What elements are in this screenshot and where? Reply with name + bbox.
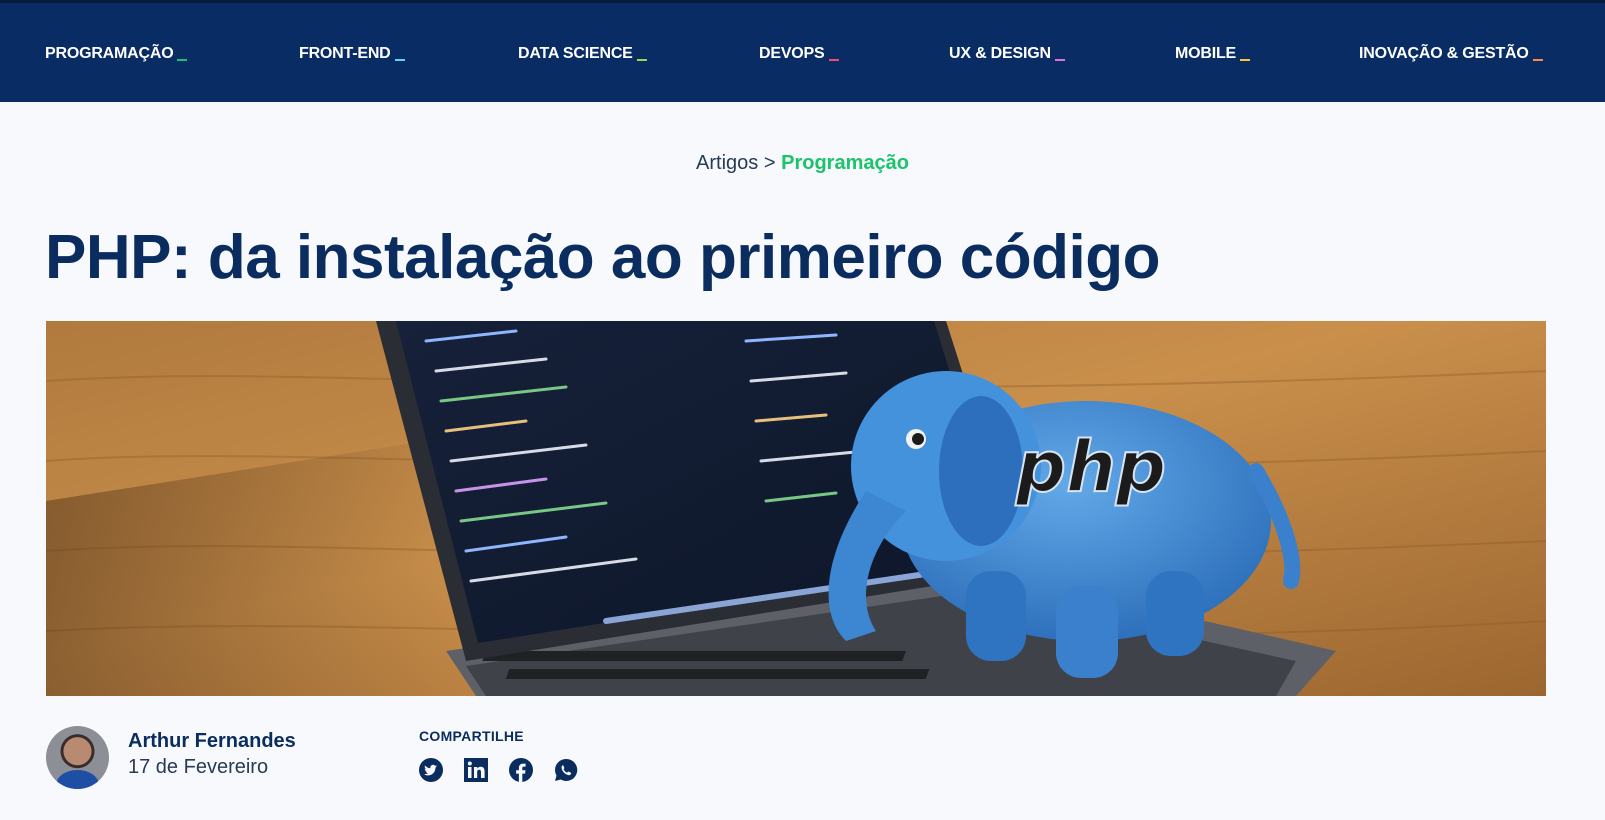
- breadcrumb-current-category[interactable]: Programação: [781, 152, 909, 174]
- breadcrumb-artigos-link[interactable]: Artigos: [696, 152, 758, 174]
- accent-underscore: [636, 59, 647, 61]
- hero-image: php: [46, 321, 1546, 696]
- accent-underscore: [1532, 59, 1543, 61]
- page-title: PHP: da instalação ao primeiro código: [45, 223, 1160, 292]
- nav-item-data-science[interactable]: DATA SCIENCE: [518, 45, 647, 63]
- accent-underscore: [177, 59, 188, 61]
- nav-item-mobile[interactable]: MOBILE: [1175, 45, 1251, 63]
- nav-item-devops[interactable]: DEVOPS: [759, 45, 839, 63]
- share-label: COMPARTILHE: [419, 728, 524, 744]
- php-logo-text: php: [1015, 426, 1166, 508]
- breadcrumb-separator: >: [763, 152, 776, 174]
- accent-underscore: [828, 59, 839, 61]
- nav-item-front-end[interactable]: FRONT-END: [299, 45, 405, 63]
- whatsapp-icon[interactable]: [554, 758, 578, 782]
- avatar[interactable]: [46, 726, 109, 789]
- author-name[interactable]: Arthur Fernandes: [128, 730, 296, 753]
- nav-item-programacao[interactable]: PROGRAMAÇÃO: [45, 45, 188, 63]
- facebook-icon[interactable]: [509, 758, 533, 782]
- linkedin-icon[interactable]: [464, 758, 488, 782]
- accent-underscore: [394, 59, 405, 61]
- publish-date: 17 de Fevereiro: [128, 756, 269, 778]
- nav-item-ux-design[interactable]: UX & DESIGN: [949, 45, 1065, 63]
- breadcrumb: Artigos > Programação: [0, 152, 1605, 175]
- twitter-icon[interactable]: [419, 758, 443, 782]
- accent-underscore: [1240, 59, 1251, 61]
- accent-underscore: [1054, 59, 1065, 61]
- share-block: COMPARTILHE: [419, 728, 578, 782]
- nav-item-inovacao-gestao[interactable]: INOVAÇÃO & GESTÃO: [1359, 45, 1543, 63]
- top-navigation: PROGRAMAÇÃO FRONT-END DATA SCIENCE DEVOP…: [0, 0, 1605, 102]
